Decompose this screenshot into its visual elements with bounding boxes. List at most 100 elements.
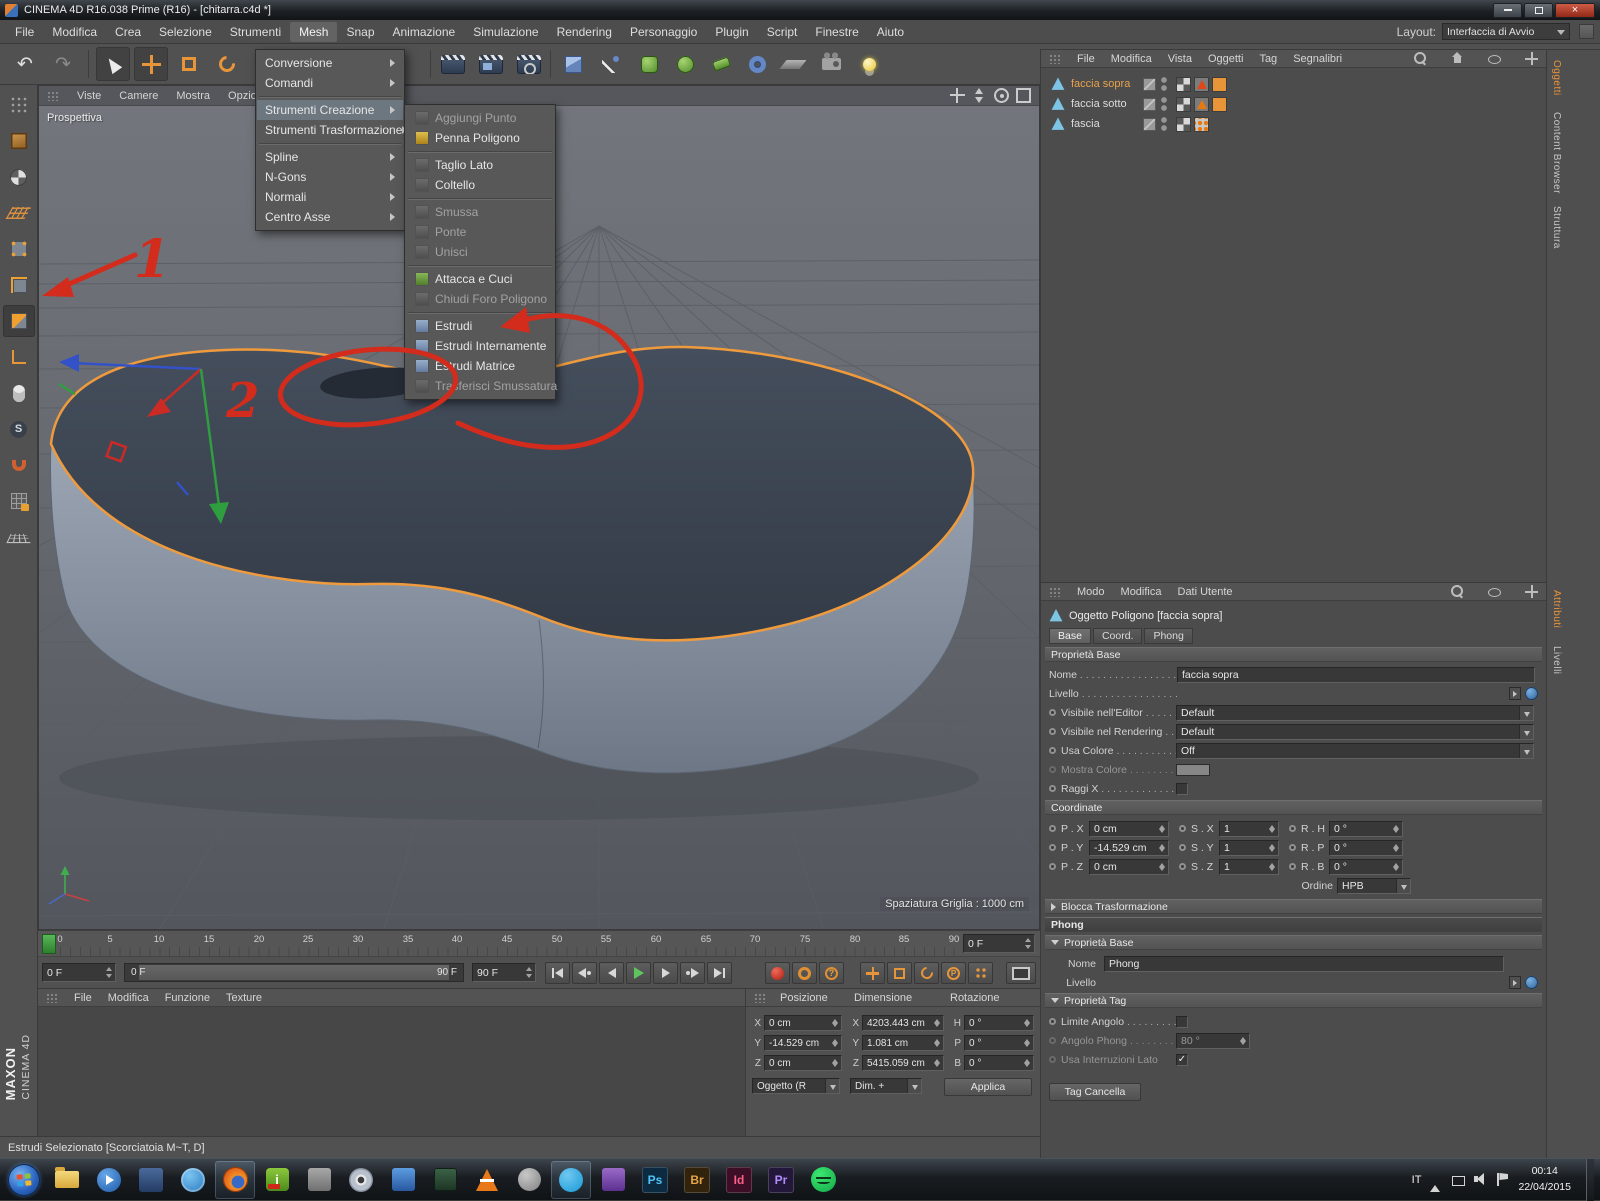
keyframe-dot-icon[interactable] (1179, 844, 1186, 851)
object-row-fascia[interactable]: fascia (1041, 114, 1545, 134)
globe-icon[interactable] (1525, 687, 1538, 700)
previous-frame-button[interactable] (599, 962, 624, 984)
lock-workplane-button[interactable] (3, 485, 35, 517)
viewport-menu-mostra[interactable]: Mostra (176, 90, 210, 102)
edges-mode-button[interactable] (3, 269, 35, 301)
taskbar-dark-green-app[interactable] (425, 1161, 465, 1199)
next-frame-button[interactable] (653, 962, 678, 984)
menu-rendering[interactable]: Rendering (548, 22, 621, 42)
undo-button[interactable]: ↶ (8, 47, 42, 81)
deformer-button[interactable] (668, 47, 702, 81)
nome-field[interactable]: faccia sopra (1177, 667, 1535, 683)
keyframe-dot-icon[interactable] (1049, 747, 1056, 754)
light-button[interactable] (852, 47, 886, 81)
keyframe-dot-icon[interactable] (1049, 728, 1056, 735)
tab-phong[interactable]: Phong (1144, 628, 1192, 644)
menu-modifica[interactable]: Modifica (43, 22, 106, 42)
rotation-p-field[interactable]: 0 ° (964, 1035, 1034, 1051)
globe-icon[interactable] (1525, 976, 1538, 989)
tab-struttura[interactable]: Struttura (1551, 206, 1562, 249)
menu-strumenti[interactable]: Strumenti (221, 22, 290, 42)
position-z-field[interactable]: 0 cm (764, 1055, 842, 1071)
mesh-menu-strumenti-creazione[interactable]: Strumenti Creazione (257, 100, 403, 120)
om-menu-tag[interactable]: Tag (1259, 53, 1277, 65)
position-y-field[interactable]: -14.529 cm (764, 1035, 842, 1051)
selection-tag-icon[interactable] (1212, 97, 1227, 112)
mesh-menu-centro-asse[interactable]: Centro Asse (257, 207, 403, 227)
taskbar-disc-burner[interactable] (341, 1161, 381, 1199)
menu-selezione[interactable]: Selezione (150, 22, 221, 42)
tab-oggetti[interactable]: Oggetti (1551, 60, 1562, 96)
keyframe-dot-icon[interactable] (1289, 863, 1296, 870)
record-position-toggle[interactable] (860, 962, 885, 984)
taskbar-photoshop[interactable]: Ps (635, 1161, 675, 1199)
grid-dots-button[interactable] (3, 89, 35, 121)
redo-button[interactable]: ↷ (46, 47, 80, 81)
hidden-icons-arrow[interactable] (1430, 1173, 1443, 1186)
ordine-dropdown[interactable]: HPB (1337, 878, 1411, 894)
restore-button[interactable] (1524, 3, 1553, 18)
minimize-button[interactable] (1493, 3, 1522, 18)
subdivision-surface-button[interactable] (632, 47, 666, 81)
rotation-b-field[interactable]: 0 ° (964, 1055, 1034, 1071)
om-menu-file[interactable]: File (1077, 53, 1095, 65)
menu-file[interactable]: File (6, 22, 43, 42)
layer-picker-button[interactable] (1509, 976, 1521, 989)
texture-mode-button[interactable] (3, 161, 35, 193)
mesh-menu-ngons[interactable]: N-Gons (257, 167, 403, 187)
edit-enable-icon[interactable] (1143, 78, 1156, 91)
dimension-z-field[interactable]: 5415.059 cm (862, 1055, 944, 1071)
keyframe-dot-icon[interactable] (1289, 825, 1296, 832)
points-mode-button[interactable] (3, 233, 35, 265)
sy-field[interactable]: 1 (1219, 840, 1279, 856)
mesh-menu-strumenti-trasformazione[interactable]: Strumenti Trasformazione (257, 120, 403, 140)
taskbar-premiere[interactable]: Pr (761, 1161, 801, 1199)
render-view-button[interactable] (436, 47, 470, 81)
tab-livelli[interactable]: Livelli (1551, 646, 1562, 675)
mesh-menu-normali[interactable]: Normali (257, 187, 403, 207)
menu-finestre[interactable]: Finestre (806, 22, 867, 42)
floor-button[interactable] (776, 47, 810, 81)
menu-simulazione[interactable]: Simulazione (464, 22, 547, 42)
eye-icon[interactable] (1488, 588, 1501, 597)
keyframe-dot-icon[interactable] (1179, 825, 1186, 832)
model-mode-button[interactable] (3, 125, 35, 157)
keyframe-dot-icon[interactable] (1049, 1018, 1056, 1025)
polygon-selection-tag-icon[interactable] (1194, 97, 1209, 112)
taskbar-browser[interactable] (173, 1161, 213, 1199)
grip-handle[interactable] (754, 993, 766, 1003)
viewport-menu-camere[interactable]: Camere (119, 90, 158, 102)
viewport-maximize-icon[interactable] (1016, 88, 1031, 103)
section-blocca-trasformazione[interactable]: Blocca Trasformazione (1045, 899, 1542, 914)
rp-field[interactable]: 0 ° (1329, 840, 1403, 856)
selection-tag-icon[interactable] (1212, 77, 1227, 92)
keyframe-dot-icon[interactable] (1049, 1037, 1056, 1044)
taskbar-vlc[interactable] (467, 1161, 507, 1199)
live-selection-button[interactable] (96, 47, 130, 81)
om-menu-segnalibri[interactable]: Segnalibri (1293, 53, 1342, 65)
section-phong-proprieta-base[interactable]: Proprietà Base (1045, 935, 1542, 950)
keyframe-dot-icon[interactable] (1049, 844, 1056, 851)
attr-menu-modifica[interactable]: Modifica (1121, 586, 1162, 598)
taskbar-bridge[interactable]: Br (677, 1161, 717, 1199)
texture-tag-icon[interactable] (1176, 97, 1191, 112)
submenu-estrudi-internamente[interactable]: Estrudi Internamente (406, 336, 554, 356)
dimension-mode-dropdown[interactable]: Dim. + (850, 1078, 922, 1094)
dimension-x-field[interactable]: 4203.443 cm (862, 1015, 944, 1031)
taskbar-spotify[interactable] (803, 1161, 843, 1199)
eye-icon[interactable] (1488, 55, 1501, 64)
keyframe-dot-icon[interactable] (1049, 785, 1056, 792)
rotate-button[interactable] (210, 47, 244, 81)
taskbar-gray-app-2[interactable] (509, 1161, 549, 1199)
home-icon[interactable] (1451, 52, 1464, 65)
taskbar-gray-app[interactable] (299, 1161, 339, 1199)
raggi-x-checkbox[interactable] (1176, 783, 1188, 795)
grip-handle[interactable] (46, 993, 58, 1003)
texture-tag-icon[interactable] (1176, 77, 1191, 92)
submenu-ponte[interactable]: Ponte (406, 222, 554, 242)
camera-button[interactable] (814, 47, 848, 81)
previous-key-button[interactable] (572, 962, 597, 984)
py-field[interactable]: -14.529 cm (1089, 840, 1169, 856)
visibility-dots-icon[interactable] (1160, 116, 1168, 132)
sz-field[interactable]: 1 (1219, 859, 1279, 875)
